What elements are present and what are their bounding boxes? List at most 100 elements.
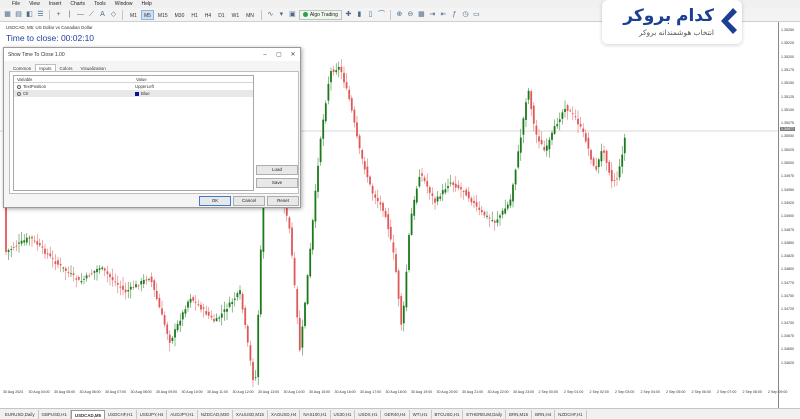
dialog-titlebar[interactable]: Show Time To Close 1.00 – ▢ ✕ [4, 48, 300, 61]
symbol-tab[interactable]: EURUSD,Daily [2, 409, 39, 419]
profiles-icon[interactable]: ▤ [14, 10, 23, 19]
menu-charts[interactable]: Charts [70, 1, 85, 7]
symbol-tab[interactable]: ETHEREUM,Daily [463, 409, 507, 419]
symbol-tab[interactable]: NZDCAD,M30 [198, 409, 233, 419]
symbol-tab[interactable]: US30,H1 [331, 409, 356, 419]
time-label: 2 Sep 08:00 [742, 390, 762, 394]
symbol-tab[interactable]: BRN,M15 [506, 409, 533, 419]
candlestick [384, 207, 387, 219]
candlestick [421, 167, 423, 182]
candlestick [33, 235, 36, 244]
table-row[interactable]: TextPosition UpperLeft [14, 83, 253, 90]
table-row[interactable]: Clr Blue [14, 90, 253, 97]
timeframe-m15[interactable]: M15 [155, 10, 171, 20]
symbol-tab[interactable]: GBPUSD,H1 [39, 409, 71, 419]
trendline-icon[interactable]: ⟋ [87, 10, 96, 19]
symbol-tab[interactable]: USDJPY,H4 [137, 409, 168, 419]
symbol-tab[interactable]: GER40,H4 [381, 409, 410, 419]
candlestick [577, 110, 579, 133]
column-variable[interactable]: Variable [14, 76, 133, 82]
candlestick [499, 213, 501, 226]
screenshot-icon[interactable]: ▭ [472, 10, 481, 19]
crosshair-icon[interactable]: + [54, 10, 63, 19]
symbol-tab[interactable]: BRN,H4 [532, 409, 556, 419]
close-icon[interactable]: ✕ [286, 48, 300, 61]
timeframe-m30[interactable]: M30 [172, 10, 188, 20]
timeframe-mn[interactable]: MN [243, 10, 257, 20]
symbol-tab[interactable]: XAUUSD,M15 [233, 409, 268, 419]
timeframe-h1[interactable]: H1 [188, 10, 200, 20]
price-axis[interactable]: 1.35250 1.35225 1.35200 1.35175 1.35150 1.351… [778, 22, 800, 408]
symbol-tab[interactable]: BTCUSD,H1 [432, 409, 464, 419]
new-chart-icon[interactable]: ▦ [3, 10, 12, 19]
symbol-tab[interactable]: AUDJPY,H1 [167, 409, 198, 419]
candlestick [332, 65, 335, 76]
candlestick [153, 278, 156, 297]
timeframe-h4[interactable]: H4 [202, 10, 214, 20]
vertical-line-icon[interactable]: | [65, 10, 74, 19]
templates-icon[interactable]: ▾ [277, 10, 286, 19]
navigator-icon[interactable]: ☰ [36, 10, 45, 19]
zoom-in-icon[interactable]: ⊕ [395, 10, 404, 19]
candlestick [366, 158, 369, 183]
horizontal-line-icon[interactable]: — [76, 10, 85, 19]
timeframe-m5[interactable]: M5 [140, 9, 154, 20]
one-click-icon[interactable]: ▣ [288, 10, 297, 19]
menu-insert[interactable]: Insert [49, 1, 62, 7]
timeframe-d1[interactable]: D1 [215, 10, 227, 20]
candlestick [38, 238, 41, 248]
toolbar-separator [122, 9, 123, 20]
candlestick [116, 275, 119, 294]
cancel-button[interactable]: Cancel [233, 196, 265, 206]
candles-icon[interactable]: ▯ [366, 10, 375, 19]
column-value[interactable]: Value [133, 76, 147, 82]
load-button[interactable]: Load [256, 165, 298, 175]
tile-windows-icon[interactable]: ▦ [417, 10, 426, 19]
candlestick [330, 67, 332, 91]
reset-button[interactable]: Reset [267, 196, 299, 206]
new-order-icon[interactable]: ✚ [344, 10, 353, 19]
menu-window[interactable]: Window [115, 1, 133, 7]
symbol-tab[interactable]: WTI,H1 [410, 409, 432, 419]
symbol-tab[interactable]: XAGUSD,H4 [268, 409, 301, 419]
candlestick [592, 156, 595, 168]
bar-chart-icon[interactable]: ▮ [355, 10, 364, 19]
chart-shift-icon[interactable]: ⇤ [439, 10, 448, 19]
symbol-tab[interactable]: NAS100,H1 [300, 409, 331, 419]
minimize-icon[interactable]: – [258, 48, 272, 61]
maximize-icon[interactable]: ▢ [272, 48, 286, 61]
zoom-out-icon[interactable]: ⊖ [406, 10, 415, 19]
time-axis[interactable]: 30 Aug 2024 30 Aug 04:00 30 Aug 05:00 30 Au… [0, 388, 787, 408]
candlestick [465, 187, 468, 197]
shapes-icon[interactable]: ◇ [109, 10, 118, 19]
value-cell[interactable]: UpperLeft [133, 84, 154, 89]
indicators-icon[interactable]: ƒ [450, 10, 459, 19]
symbol-tab[interactable]: USDCHF,H1 [105, 409, 137, 419]
price-label: 1.35250 [781, 28, 794, 32]
menu-help[interactable]: Help [142, 1, 152, 7]
market-watch-icon[interactable]: ◧ [25, 10, 34, 19]
timeframe-w1[interactable]: W1 [229, 10, 243, 20]
save-button[interactable]: Save [256, 178, 298, 188]
candlestick [512, 182, 514, 208]
value-cell[interactable]: Blue [133, 91, 150, 96]
line-chart-icon[interactable]: ⌒ [377, 10, 386, 19]
ok-button[interactable]: OK [199, 196, 231, 206]
candlestick [454, 176, 457, 192]
chart-type-icon[interactable]: ∿ [266, 10, 275, 19]
candlestick [44, 244, 46, 259]
symbol-tab[interactable]: USDX,H1 [355, 409, 382, 419]
algo-trading-button[interactable]: Algo Trading [298, 9, 342, 20]
menu-tools[interactable]: Tools [94, 1, 106, 7]
text-tool-icon[interactable]: A [98, 10, 107, 19]
menu-view[interactable]: View [29, 1, 40, 7]
candlestick [31, 235, 33, 247]
symbol-tab[interactable]: NZDCHF,H1 [555, 409, 587, 419]
timeframe-m1[interactable]: M1 [127, 10, 140, 20]
candlestick [244, 305, 247, 329]
periods-icon[interactable]: ◷ [461, 10, 470, 19]
auto-scroll-icon[interactable]: ⇥ [428, 10, 437, 19]
candlestick [376, 189, 379, 208]
menu-file[interactable]: File [12, 1, 20, 7]
symbol-tab[interactable]: USDCAD,M5 [70, 409, 106, 419]
